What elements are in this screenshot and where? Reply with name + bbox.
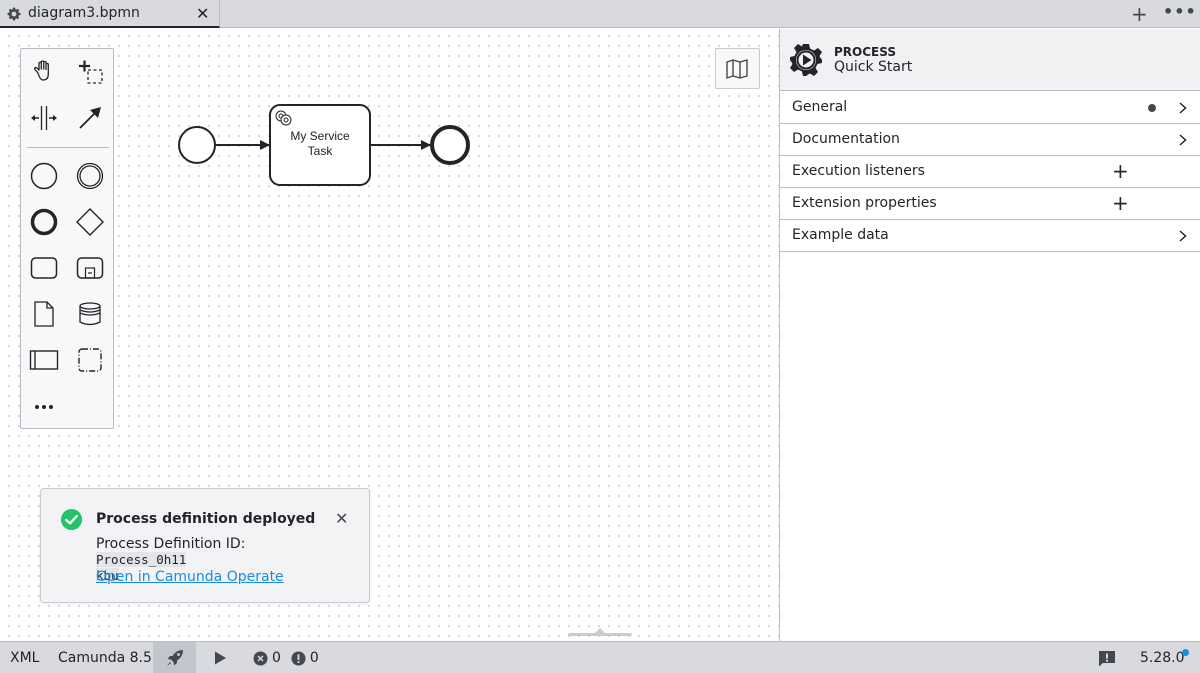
end-event[interactable] [430, 125, 470, 165]
group-extension-properties[interactable]: Extension properties + [780, 188, 1200, 220]
task-label-line: Task [307, 144, 333, 158]
more-horizontal-icon [35, 405, 53, 409]
create-pool[interactable] [24, 340, 64, 380]
pool-icon [29, 350, 59, 370]
app-version[interactable]: 5.28.0 [1140, 642, 1185, 673]
end-event-icon [30, 208, 58, 236]
update-available-dot [1182, 649, 1189, 656]
global-connect-tool[interactable] [70, 98, 110, 138]
process-icon [790, 44, 822, 76]
group-label: Execution listeners [792, 163, 925, 179]
problems-button[interactable]: 0 0 [253, 642, 319, 673]
close-notification-icon[interactable]: ✕ [335, 509, 348, 528]
intermediate-event-icon [76, 162, 104, 190]
process-id-value: Process_0h11 [96, 552, 187, 567]
status-bar: XML Camunda 8.5 0 0 5.28.0 [0, 641, 1200, 673]
play-icon [215, 651, 226, 665]
gateway-icon [76, 208, 104, 236]
deploy-notification: Process definition deployed ✕ Process De… [40, 488, 370, 603]
task-label-line: My Service [290, 129, 350, 143]
chevron-right-icon[interactable] [1178, 101, 1188, 115]
lasso-icon [79, 60, 103, 84]
deploy-button[interactable] [153, 642, 196, 673]
space-tool-icon [31, 106, 57, 130]
data-store-icon [79, 302, 101, 326]
create-end-event[interactable] [24, 202, 64, 242]
group-label: Documentation [792, 131, 900, 147]
space-tool[interactable] [24, 98, 64, 138]
properties-panel-header: PROCESS Quick Start [780, 29, 1200, 91]
minimap-toggle-button[interactable] [715, 48, 760, 89]
group-documentation[interactable]: Documentation [780, 124, 1200, 156]
element-type: PROCESS [834, 45, 896, 59]
task-icon [30, 257, 58, 279]
create-gateway[interactable] [70, 202, 110, 242]
subprocess-icon [76, 257, 104, 279]
engine-version-button[interactable]: Camunda 8.5 [58, 642, 152, 673]
start-instance-button[interactable] [206, 642, 234, 673]
new-tab-plus-icon[interactable]: + [1131, 2, 1148, 26]
feedback-icon[interactable] [1098, 650, 1116, 667]
create-group[interactable] [70, 340, 110, 380]
data-marker-dot [1148, 104, 1156, 112]
rocket-icon [166, 650, 183, 666]
xml-view-button[interactable]: XML [10, 642, 39, 673]
hand-tool[interactable] [24, 52, 64, 92]
group-label: Extension properties [792, 195, 937, 211]
create-start-event[interactable] [24, 156, 64, 196]
success-check-icon [60, 508, 83, 531]
open-in-operate-link[interactable]: Open in Camunda Operate [96, 569, 284, 585]
create-data-object[interactable] [24, 294, 64, 334]
group-icon [78, 348, 102, 372]
create-task[interactable] [24, 248, 64, 288]
process-id-label: Process Definition ID: [96, 536, 246, 552]
more-horizontal-icon[interactable]: ••• [1163, 2, 1197, 21]
service-task-label: My Service Task [270, 129, 370, 159]
create-intermediate-event[interactable] [70, 156, 110, 196]
create-subprocess[interactable] [70, 248, 110, 288]
add-extension-property-plus-icon[interactable]: + [1112, 191, 1129, 215]
hand-icon [33, 60, 49, 81]
create-data-store[interactable] [70, 294, 110, 334]
warning-count: 0 [309, 650, 319, 666]
palette-separator [27, 147, 109, 148]
chevron-right-icon[interactable] [1178, 133, 1188, 147]
start-event-icon [30, 162, 58, 190]
palette [20, 48, 114, 429]
error-icon [253, 650, 268, 666]
group-label: General [792, 99, 848, 115]
notification-title: Process definition deployed [96, 511, 316, 527]
warning-icon [291, 650, 306, 666]
properties-panel: PROCESS Quick Start General Documentatio… [780, 29, 1200, 641]
element-name: Quick Start [834, 59, 913, 75]
lasso-tool[interactable] [70, 52, 110, 92]
map-icon [725, 58, 748, 79]
bottom-panel-resize-handle[interactable] [568, 628, 632, 636]
start-event[interactable] [178, 126, 216, 164]
group-example-data[interactable]: Example data [780, 220, 1200, 252]
group-general[interactable]: General [780, 92, 1200, 124]
chevron-right-icon[interactable] [1178, 229, 1188, 243]
error-count: 0 [272, 650, 281, 666]
data-object-icon [34, 301, 54, 327]
more-elements[interactable] [24, 386, 64, 426]
add-execution-listener-plus-icon[interactable]: + [1112, 159, 1129, 183]
group-execution-listeners[interactable]: Execution listeners + [780, 156, 1200, 188]
group-label: Example data [792, 227, 889, 243]
connect-arrow-icon [79, 107, 101, 129]
